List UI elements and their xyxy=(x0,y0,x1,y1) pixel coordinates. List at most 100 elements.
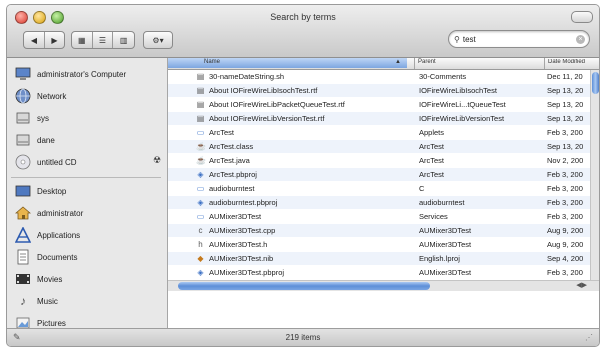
file-row[interactable]: ▤ About IOFireWireLibVersionTest.rtf IOFir… xyxy=(168,112,590,125)
gear-icon[interactable]: ⚙▾ xyxy=(144,32,172,48)
clear-search-icon[interactable]: × xyxy=(576,34,585,44)
horizontal-scroll-thumb[interactable] xyxy=(178,282,430,290)
file-row[interactable]: h AUMixer3DTest.h AUMixer3DTest Aug 9, 200 xyxy=(168,238,590,251)
text-document-icon: ▤ xyxy=(196,114,205,123)
file-parent: AUMixer3DTest xyxy=(419,226,472,235)
name-column-header[interactable]: Name ▲ xyxy=(168,58,407,68)
file-name: About IOFireWireLibVersionTest.rtf xyxy=(209,114,325,123)
forward-arrow-icon[interactable]: ▶ xyxy=(45,32,64,48)
sidebar-item-administrator[interactable]: administrator xyxy=(15,203,161,223)
search-field[interactable]: ⚲ test × xyxy=(448,30,590,48)
sidebar-item-desktop[interactable]: Desktop xyxy=(15,181,161,201)
column-divider[interactable] xyxy=(414,58,415,69)
sidebar-item-label: untitled CD xyxy=(37,157,77,167)
column-divider[interactable] xyxy=(544,58,545,69)
toolbar-toggle-button[interactable] xyxy=(571,11,593,23)
name-column-label: Name xyxy=(204,59,221,65)
sidebar-item-sys[interactable]: sys xyxy=(15,108,161,128)
scroll-arrows-icon[interactable]: ◀▶ xyxy=(576,281,587,289)
file-row[interactable]: ▭ AUMixer3DTest Services Feb 3, 200 xyxy=(168,210,590,223)
sidebar-item-dane[interactable]: dane xyxy=(15,130,161,150)
sidebar-item-documents[interactable]: Documents xyxy=(15,247,161,267)
file-name: About IOFireWireLibPacketQueueTest.rtf xyxy=(209,100,345,109)
hard-disk-icon xyxy=(15,110,31,126)
vertical-scroll-thumb[interactable] xyxy=(592,72,599,94)
file-row[interactable]: ◈ audioburntest.pbproj audioburntest Feb 3,… xyxy=(168,196,590,209)
file-parent: audioburntest xyxy=(419,198,465,207)
search-input[interactable]: test xyxy=(463,35,576,44)
file-parent: Applets xyxy=(419,128,445,137)
file-row[interactable]: ☕ ArcTest.class ArcTest Sep 13, 20 xyxy=(168,140,590,153)
script-file-icon: ▤ xyxy=(196,72,205,81)
file-name: AUMixer3DTest.nib xyxy=(209,254,274,263)
file-date: Sep 13, 20 xyxy=(547,114,584,123)
desktop-icon xyxy=(15,183,31,199)
file-date: Sep 13, 20 xyxy=(547,86,584,95)
java-source-icon: ☕ xyxy=(196,156,206,165)
file-name: About IOFireWireLibIsochTest.rtf xyxy=(209,86,318,95)
sidebar-item-applications[interactable]: Applications xyxy=(15,225,161,245)
sidebar-item-network[interactable]: Network xyxy=(15,86,161,106)
sidebar-item-label: administrator's Computer xyxy=(37,69,127,79)
file-parent: IOFireWireLibVersionTest xyxy=(419,114,505,123)
resize-grip-icon[interactable]: ⋰ xyxy=(585,333,593,342)
nib-file-icon: ◆ xyxy=(197,254,204,263)
file-row[interactable]: ◆ AUMixer3DTest.nib English.lproj Sep 4, 20… xyxy=(168,252,590,265)
cpp-file-icon: c xyxy=(198,226,203,235)
file-parent: IOFireWireLibIsochTest xyxy=(419,86,497,95)
back-arrow-icon[interactable]: ◀ xyxy=(24,32,45,48)
file-name: 30-nameDateString.sh xyxy=(209,72,285,81)
folder-icon: ▭ xyxy=(196,212,205,221)
file-row[interactable]: ▤ About IOFireWireLibIsochTest.rtf IOFireW… xyxy=(168,84,590,97)
file-row[interactable]: ☕ ArcTest.java ArcTest Nov 2, 200 xyxy=(168,154,590,167)
date-column-header[interactable]: Date Modified xyxy=(548,59,590,65)
file-date: Sep 13, 20 xyxy=(547,142,584,151)
file-row[interactable]: ▤ About IOFireWireLibPacketQueueTest.rtf I… xyxy=(168,98,590,111)
text-document-icon: ▤ xyxy=(196,86,205,95)
file-row[interactable]: ▭ ArcTest Applets Feb 3, 200 xyxy=(168,126,590,139)
file-parent: ArcTest xyxy=(419,170,445,179)
sidebar-item-untitled-cd[interactable]: untitled CD xyxy=(15,152,161,172)
file-name: ArcTest.java xyxy=(209,156,250,165)
hard-disk-icon xyxy=(15,132,31,148)
folder-icon: ▭ xyxy=(196,184,205,193)
file-row[interactable]: ▭ audioburntest C Feb 3, 200 xyxy=(168,182,590,195)
file-name: AUMixer3DTest.cpp xyxy=(209,226,276,235)
project-file-icon: ◈ xyxy=(197,170,204,179)
sidebar-item-label: sys xyxy=(37,113,49,123)
icon-view-icon[interactable]: ▦ xyxy=(72,32,93,48)
file-date: Sep 13, 20 xyxy=(547,100,584,109)
finder-window: Search by terms ◀ ▶ ▦ ☰ ▥ ⚙▾ ⚲ test × ad… xyxy=(6,4,600,347)
column-view-icon[interactable]: ▥ xyxy=(113,32,134,48)
list-view-icon[interactable]: ☰ xyxy=(93,32,114,48)
sort-ascending-icon: ▲ xyxy=(395,59,401,65)
file-row[interactable]: ◈ AUMixer3DTest.pbproj AUMixer3DTest Feb 3,… xyxy=(168,266,590,279)
parent-column-header[interactable]: Parent xyxy=(418,59,436,65)
horizontal-scrollbar[interactable]: ◀▶ xyxy=(168,280,599,291)
sidebar-item-computer[interactable]: administrator's Computer xyxy=(15,64,161,84)
action-menu-button[interactable]: ⚙▾ xyxy=(143,31,173,49)
vertical-scrollbar[interactable] xyxy=(590,70,599,280)
sidebar-item-music[interactable]: ♪ Music xyxy=(15,291,161,311)
sidebar: administrator's Computer Network sys dan… xyxy=(7,58,168,329)
file-row[interactable]: c AUMixer3DTest.cpp AUMixer3DTest Aug 9, 20… xyxy=(168,224,590,237)
file-name: AUMixer3DTest.h xyxy=(209,240,268,249)
file-parent: ArcTest xyxy=(419,142,445,151)
file-parent: ArcTest xyxy=(419,156,445,165)
file-parent: AUMixer3DTest xyxy=(419,240,472,249)
java-class-icon: ☕ xyxy=(196,142,206,151)
file-row[interactable]: ▤ 30-nameDateString.sh 30-Comments Dec 11, … xyxy=(168,70,590,83)
sidebar-item-label: Applications xyxy=(37,230,81,240)
file-parent: English.lproj xyxy=(419,254,460,263)
radiation-eject-icon[interactable]: ☢ xyxy=(153,155,161,166)
column-header: Name ▲ Parent Date Modified xyxy=(168,58,599,70)
back-forward-group: ◀ ▶ xyxy=(23,31,65,49)
text-document-icon: ▤ xyxy=(196,100,205,109)
title-bar: Search by terms ◀ ▶ ▦ ☰ ▥ ⚙▾ ⚲ test × xyxy=(7,5,599,58)
project-file-icon: ◈ xyxy=(197,198,204,207)
file-parent: IOFireWireLi...tQueueTest xyxy=(419,100,506,109)
sidebar-item-movies[interactable]: Movies xyxy=(15,269,161,289)
file-list: Name ▲ Parent Date Modified ▤ 30-nameDate… xyxy=(168,58,599,328)
file-row[interactable]: ◈ ArcTest.pbproj ArcTest Feb 3, 200 xyxy=(168,168,590,181)
sidebar-item-label: Desktop xyxy=(37,186,67,196)
